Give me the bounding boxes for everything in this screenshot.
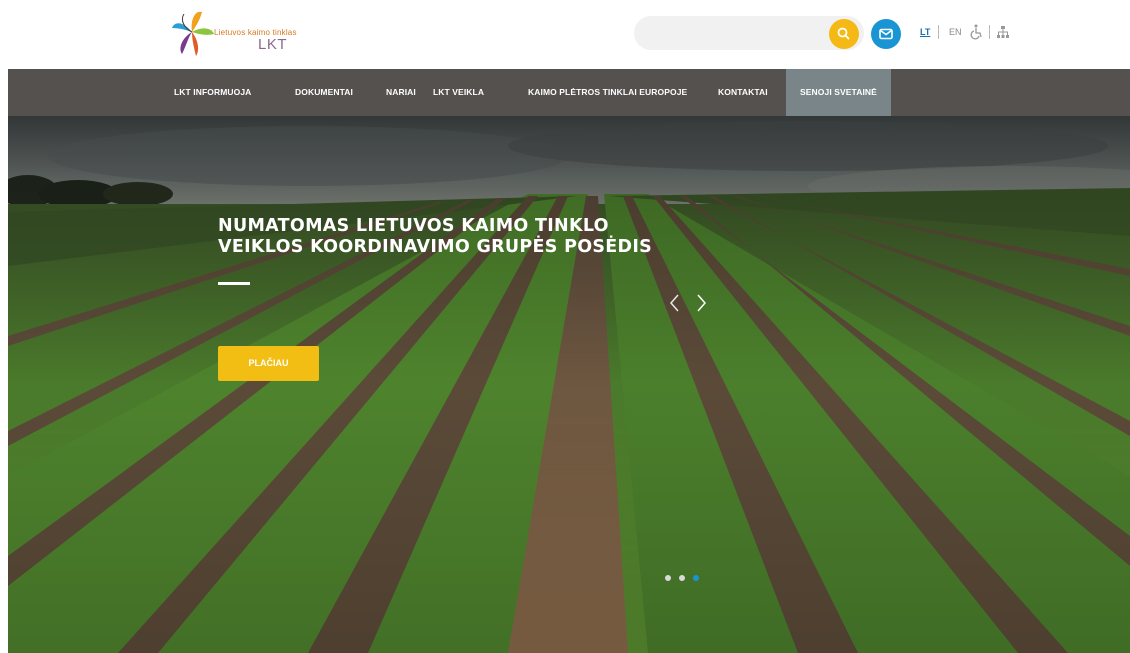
hero-title-underline <box>218 282 250 285</box>
envelope-icon <box>879 28 893 40</box>
site-logo[interactable]: Lietuvos kaimo tinklas LKT <box>170 6 320 58</box>
language-lt-link[interactable]: LT <box>920 27 930 37</box>
hero-title-line-2: VEIKLOS KOORDINAVIMO GRUPĖS POSĖDIS <box>218 237 653 257</box>
nav-item-dokumentai[interactable]: DOKUMENTAI <box>295 69 353 116</box>
nav-item-senoji-svetaine[interactable]: SENOJI SVETAINĖ <box>786 69 891 116</box>
nav-item-lkt-veikla[interactable]: LKT VEIKLA <box>433 69 484 116</box>
newsletter-button[interactable] <box>871 19 901 49</box>
language-separator <box>938 25 939 39</box>
language-separator <box>989 25 990 39</box>
logo-leaves-icon <box>172 11 214 56</box>
read-more-button[interactable]: PLAČIAU <box>218 346 319 381</box>
site-header: Lietuvos kaimo tinklas LKT LT EN <box>0 0 1130 69</box>
hero-title: NUMATOMAS LIETUVOS KAIMO TINKLO VEIKLOS … <box>218 216 652 258</box>
wheelchair-icon[interactable] <box>970 24 984 40</box>
slider-dot-1[interactable] <box>665 575 671 581</box>
slider-dot-3-active[interactable] <box>693 575 699 581</box>
search-button[interactable] <box>829 19 859 49</box>
logo-text-big: LKT <box>258 36 288 53</box>
hero-background-image <box>8 116 1130 653</box>
language-en-link[interactable]: EN <box>949 27 962 37</box>
sitemap-icon[interactable] <box>996 25 1010 39</box>
nav-item-kontaktai[interactable]: KONTAKTAI <box>718 69 768 116</box>
slider-dot-2[interactable] <box>679 575 685 581</box>
chevron-left-icon[interactable] <box>668 292 682 314</box>
main-navigation: LKT INFORMUOJA DOKUMENTAI NARIAI LKT VEI… <box>8 69 1130 116</box>
nav-item-kaimo-pletros-tinklai[interactable]: KAIMO PLĖTROS TINKLAI EUROPOJE <box>528 69 687 116</box>
nav-item-nariai[interactable]: NARIAI <box>386 69 416 116</box>
hero-title-line-1: NUMATOMAS LIETUVOS KAIMO TINKLO <box>218 216 609 236</box>
chevron-right-icon[interactable] <box>694 292 708 314</box>
magnifier-icon <box>837 27 850 40</box>
nav-item-lkt-informuoja[interactable]: LKT INFORMUOJA <box>174 69 251 116</box>
hero-slider <box>8 116 1130 653</box>
